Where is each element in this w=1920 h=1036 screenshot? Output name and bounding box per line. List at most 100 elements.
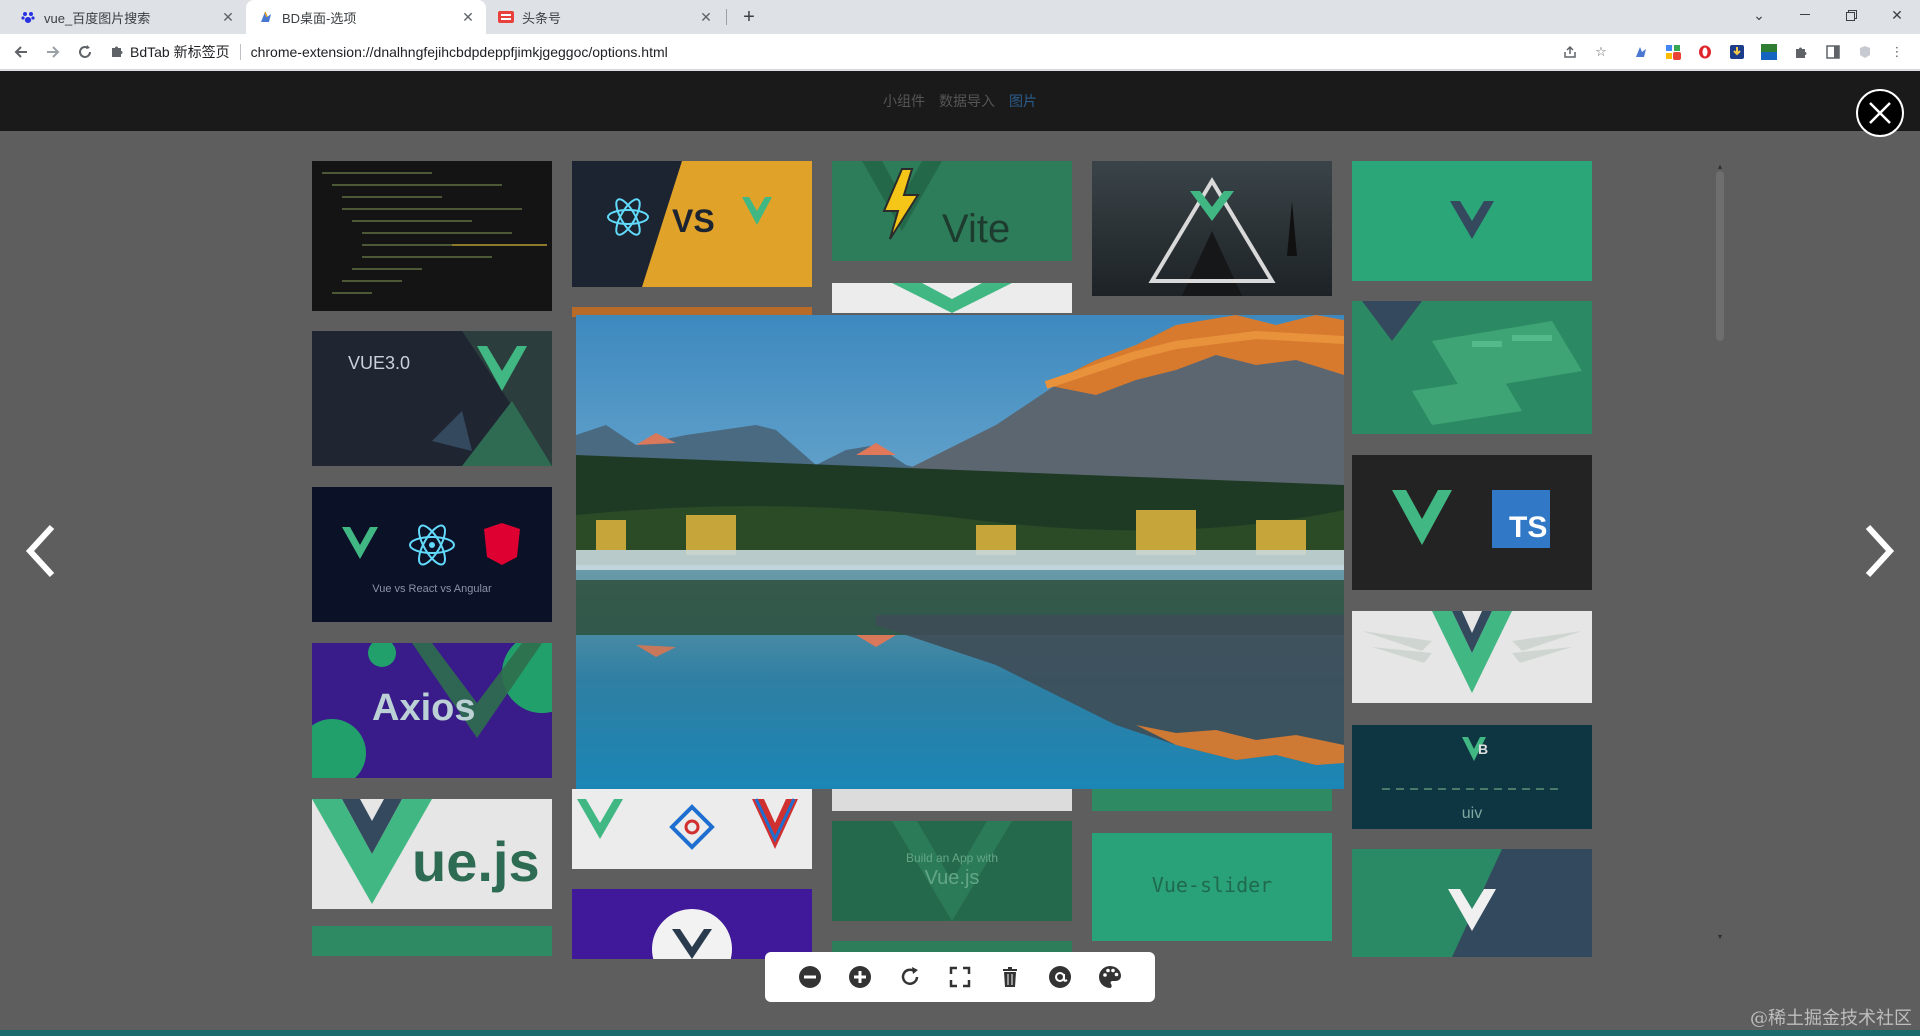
tab-strip: vue_百度图片搜索 ✕ BD桌面-选项 ✕ 头条号 ✕ + ⌄ ✕: [0, 0, 1920, 34]
minimize-icon[interactable]: [1782, 0, 1828, 30]
delete-button[interactable]: [995, 962, 1025, 992]
reload-icon[interactable]: [73, 40, 97, 64]
gallery-tile-axios[interactable]: Axios: [312, 643, 552, 778]
zoom-out-button[interactable]: [795, 962, 825, 992]
tab-title: vue_百度图片搜索: [44, 10, 151, 26]
gallery-tile-vue-slider[interactable]: Vue-slider: [1092, 833, 1332, 941]
gallery-tile-vue-ts[interactable]: TS: [1352, 455, 1592, 590]
restore-icon[interactable]: [1828, 0, 1874, 30]
browser-toolbar: BdTab 新标签页 chrome-extension://dnalhngfej…: [0, 34, 1920, 70]
gallery-tile-partial[interactable]: [312, 926, 552, 956]
gallery-scrollbar[interactable]: ▴ ▾: [1714, 163, 1726, 943]
tab-baidu[interactable]: vue_百度图片搜索 ✕: [8, 0, 246, 34]
gallery-tile-vite[interactable]: Vite: [832, 161, 1072, 261]
gallery-tile-vue3[interactable]: VUE3.0: [312, 331, 552, 466]
download-ext-icon[interactable]: [1728, 43, 1746, 61]
gallery-tile-road-triangle[interactable]: [1092, 161, 1332, 296]
viewer-image[interactable]: [576, 315, 1344, 789]
gallery-tile-build-app[interactable]: Build an App with Vue.js: [832, 821, 1072, 921]
omnibox-separator: [239, 44, 241, 60]
tab-toutiao[interactable]: 头条号 ✕: [486, 0, 724, 34]
profile-icon[interactable]: [1856, 43, 1874, 61]
toggle-ext-icon[interactable]: [1760, 43, 1778, 61]
omnibox[interactable]: BdTab 新标签页 chrome-extension://dnalhngfej…: [110, 38, 1590, 66]
zoom-in-button[interactable]: [845, 962, 875, 992]
rotate-icon: [901, 967, 919, 985]
gallery-tile-react-vs-vue[interactable]: VS: [572, 161, 812, 287]
tab-separator: [726, 9, 727, 25]
gallery-tile-partial[interactable]: [572, 889, 812, 959]
extensions-puzzle-icon[interactable]: [1792, 43, 1810, 61]
new-tab-button[interactable]: +: [738, 6, 760, 28]
grid-ext-icon[interactable]: [1664, 43, 1682, 61]
nav-widgets[interactable]: 小组件: [883, 91, 925, 111]
fullscreen-icon: [949, 966, 971, 988]
gallery-tile-vuejs[interactable]: ue.js: [312, 799, 552, 909]
puzzle-icon: [110, 44, 124, 61]
tile-text: uiv: [1461, 805, 1483, 822]
side-panel-icon[interactable]: [1824, 43, 1842, 61]
zoom-out-icon: [799, 966, 821, 988]
delete-icon: [1003, 967, 1017, 987]
gallery-tile-uiv[interactable]: B uiv: [1352, 725, 1592, 829]
watermark: @稀土掘金技术社区: [1750, 1008, 1912, 1029]
tile-text: ue.js: [412, 830, 540, 893]
opera-ext-icon[interactable]: [1696, 43, 1714, 61]
prev-image-button[interactable]: [20, 521, 60, 581]
close-icon[interactable]: ✕: [220, 9, 236, 25]
back-icon[interactable]: [9, 40, 33, 64]
gallery-tile-code[interactable]: [312, 161, 552, 311]
bdtab-ext-icon[interactable]: [1632, 43, 1650, 61]
share-icon[interactable]: [1561, 43, 1579, 61]
next-image-button[interactable]: [1860, 521, 1900, 581]
gallery-tile-vue-wings[interactable]: [1352, 611, 1592, 703]
tab-bdtab[interactable]: BD桌面-选项 ✕: [246, 0, 486, 34]
close-icon[interactable]: ✕: [698, 9, 714, 25]
scroll-down-arrow-icon[interactable]: ▾: [1716, 933, 1724, 941]
forward-icon[interactable]: [41, 40, 65, 64]
bookmark-star-icon[interactable]: ☆: [1592, 43, 1610, 61]
gallery-tile-vue-react-angular[interactable]: Vue vs React vs Angular: [312, 487, 552, 622]
rotate-button[interactable]: [895, 962, 925, 992]
gallery-tile-partial[interactable]: [832, 283, 1072, 313]
tile-text: VS: [672, 203, 715, 239]
baidu-paw-icon: [20, 9, 36, 25]
extension-name: BdTab 新标签页: [130, 44, 230, 60]
viewer-close-button[interactable]: [1856, 89, 1904, 137]
options-page: 小组件 数据导入 图片 VUE3.0 Vue vs React vs Angul…: [0, 71, 1920, 1036]
scroll-up-arrow-icon[interactable]: ▴: [1716, 163, 1724, 171]
gallery-tile-partial[interactable]: [1092, 789, 1332, 811]
palette-icon: [1099, 966, 1121, 988]
close-icon[interactable]: ✕: [460, 9, 476, 25]
tab-title: BD桌面-选项: [282, 10, 357, 26]
nav-data-import[interactable]: 数据导入: [939, 91, 995, 111]
fullscreen-button[interactable]: [945, 962, 975, 992]
at-button[interactable]: [1045, 962, 1075, 992]
settings-nav: 小组件 数据导入 图片: [0, 71, 1920, 131]
toutiao-icon: [498, 9, 514, 25]
gallery-tile-partial[interactable]: [832, 789, 1072, 811]
window-close-icon[interactable]: ✕: [1874, 0, 1920, 30]
at-icon: [1049, 966, 1071, 988]
tile-text: Build an App with: [905, 851, 999, 865]
tile-text: Vue.js: [924, 867, 980, 889]
bdtab-icon: [258, 9, 274, 25]
tile-text: Axios: [372, 687, 476, 729]
nav-images[interactable]: 图片: [1009, 91, 1037, 111]
tile-text: TS: [1509, 511, 1548, 544]
viewer-toolbar: [765, 952, 1155, 1002]
gallery-tile-vue-diagonal[interactable]: [1352, 849, 1592, 957]
menu-kebab-icon[interactable]: ⋮: [1888, 43, 1906, 61]
tab-search-icon[interactable]: ⌄: [1736, 0, 1782, 30]
url-text[interactable]: chrome-extension://dnalhngfejihcbdpdeppf…: [251, 44, 668, 60]
palette-button[interactable]: [1095, 962, 1125, 992]
scrollbar-thumb[interactable]: [1716, 171, 1724, 341]
bottom-strip: [0, 1030, 1920, 1036]
gallery-tile-dashboard[interactable]: [1352, 301, 1592, 434]
gallery-tile-vue-green[interactable]: [1352, 161, 1592, 281]
tile-text: Vue-slider: [1151, 873, 1273, 897]
zoom-in-icon: [849, 966, 871, 988]
close-icon: [1869, 102, 1891, 124]
tile-text: Vite: [942, 207, 1011, 251]
gallery-tile-vue-logos[interactable]: [572, 789, 812, 869]
